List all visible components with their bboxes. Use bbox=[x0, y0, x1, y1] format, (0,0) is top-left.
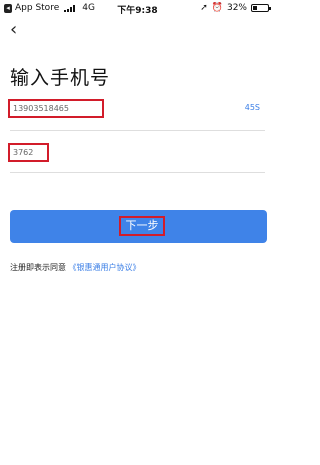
next-button-label: 下一步 bbox=[119, 216, 165, 236]
battery-fill bbox=[253, 6, 257, 10]
agreement-link[interactable]: 《银惠通用户协议》 bbox=[69, 263, 141, 272]
status-bar: ◂ App Store 4G 下午9:38 ➚ ⏰ 32% bbox=[0, 0, 275, 16]
back-button[interactable]: ‹ bbox=[10, 19, 32, 41]
alarm-icon: ⏰ bbox=[211, 3, 223, 13]
verification-code-input[interactable]: 3762 bbox=[8, 143, 49, 162]
agreement-prefix: 注册即表示同意 bbox=[10, 263, 66, 272]
location-icon: ➚ bbox=[200, 3, 208, 13]
battery-percent: 32% bbox=[226, 3, 247, 13]
agreement-text: 注册即表示同意 《银惠通用户协议》 bbox=[10, 262, 141, 273]
battery-icon bbox=[251, 4, 271, 12]
status-right: ➚ ⏰ 32% bbox=[200, 3, 271, 13]
next-button[interactable]: 下一步 bbox=[10, 210, 267, 243]
countdown-timer: 45S bbox=[244, 103, 260, 112]
phone-input[interactable]: 13903518465 bbox=[8, 99, 104, 118]
page-title: 输入手机号 bbox=[10, 67, 111, 89]
divider bbox=[10, 130, 265, 131]
divider bbox=[10, 172, 265, 173]
